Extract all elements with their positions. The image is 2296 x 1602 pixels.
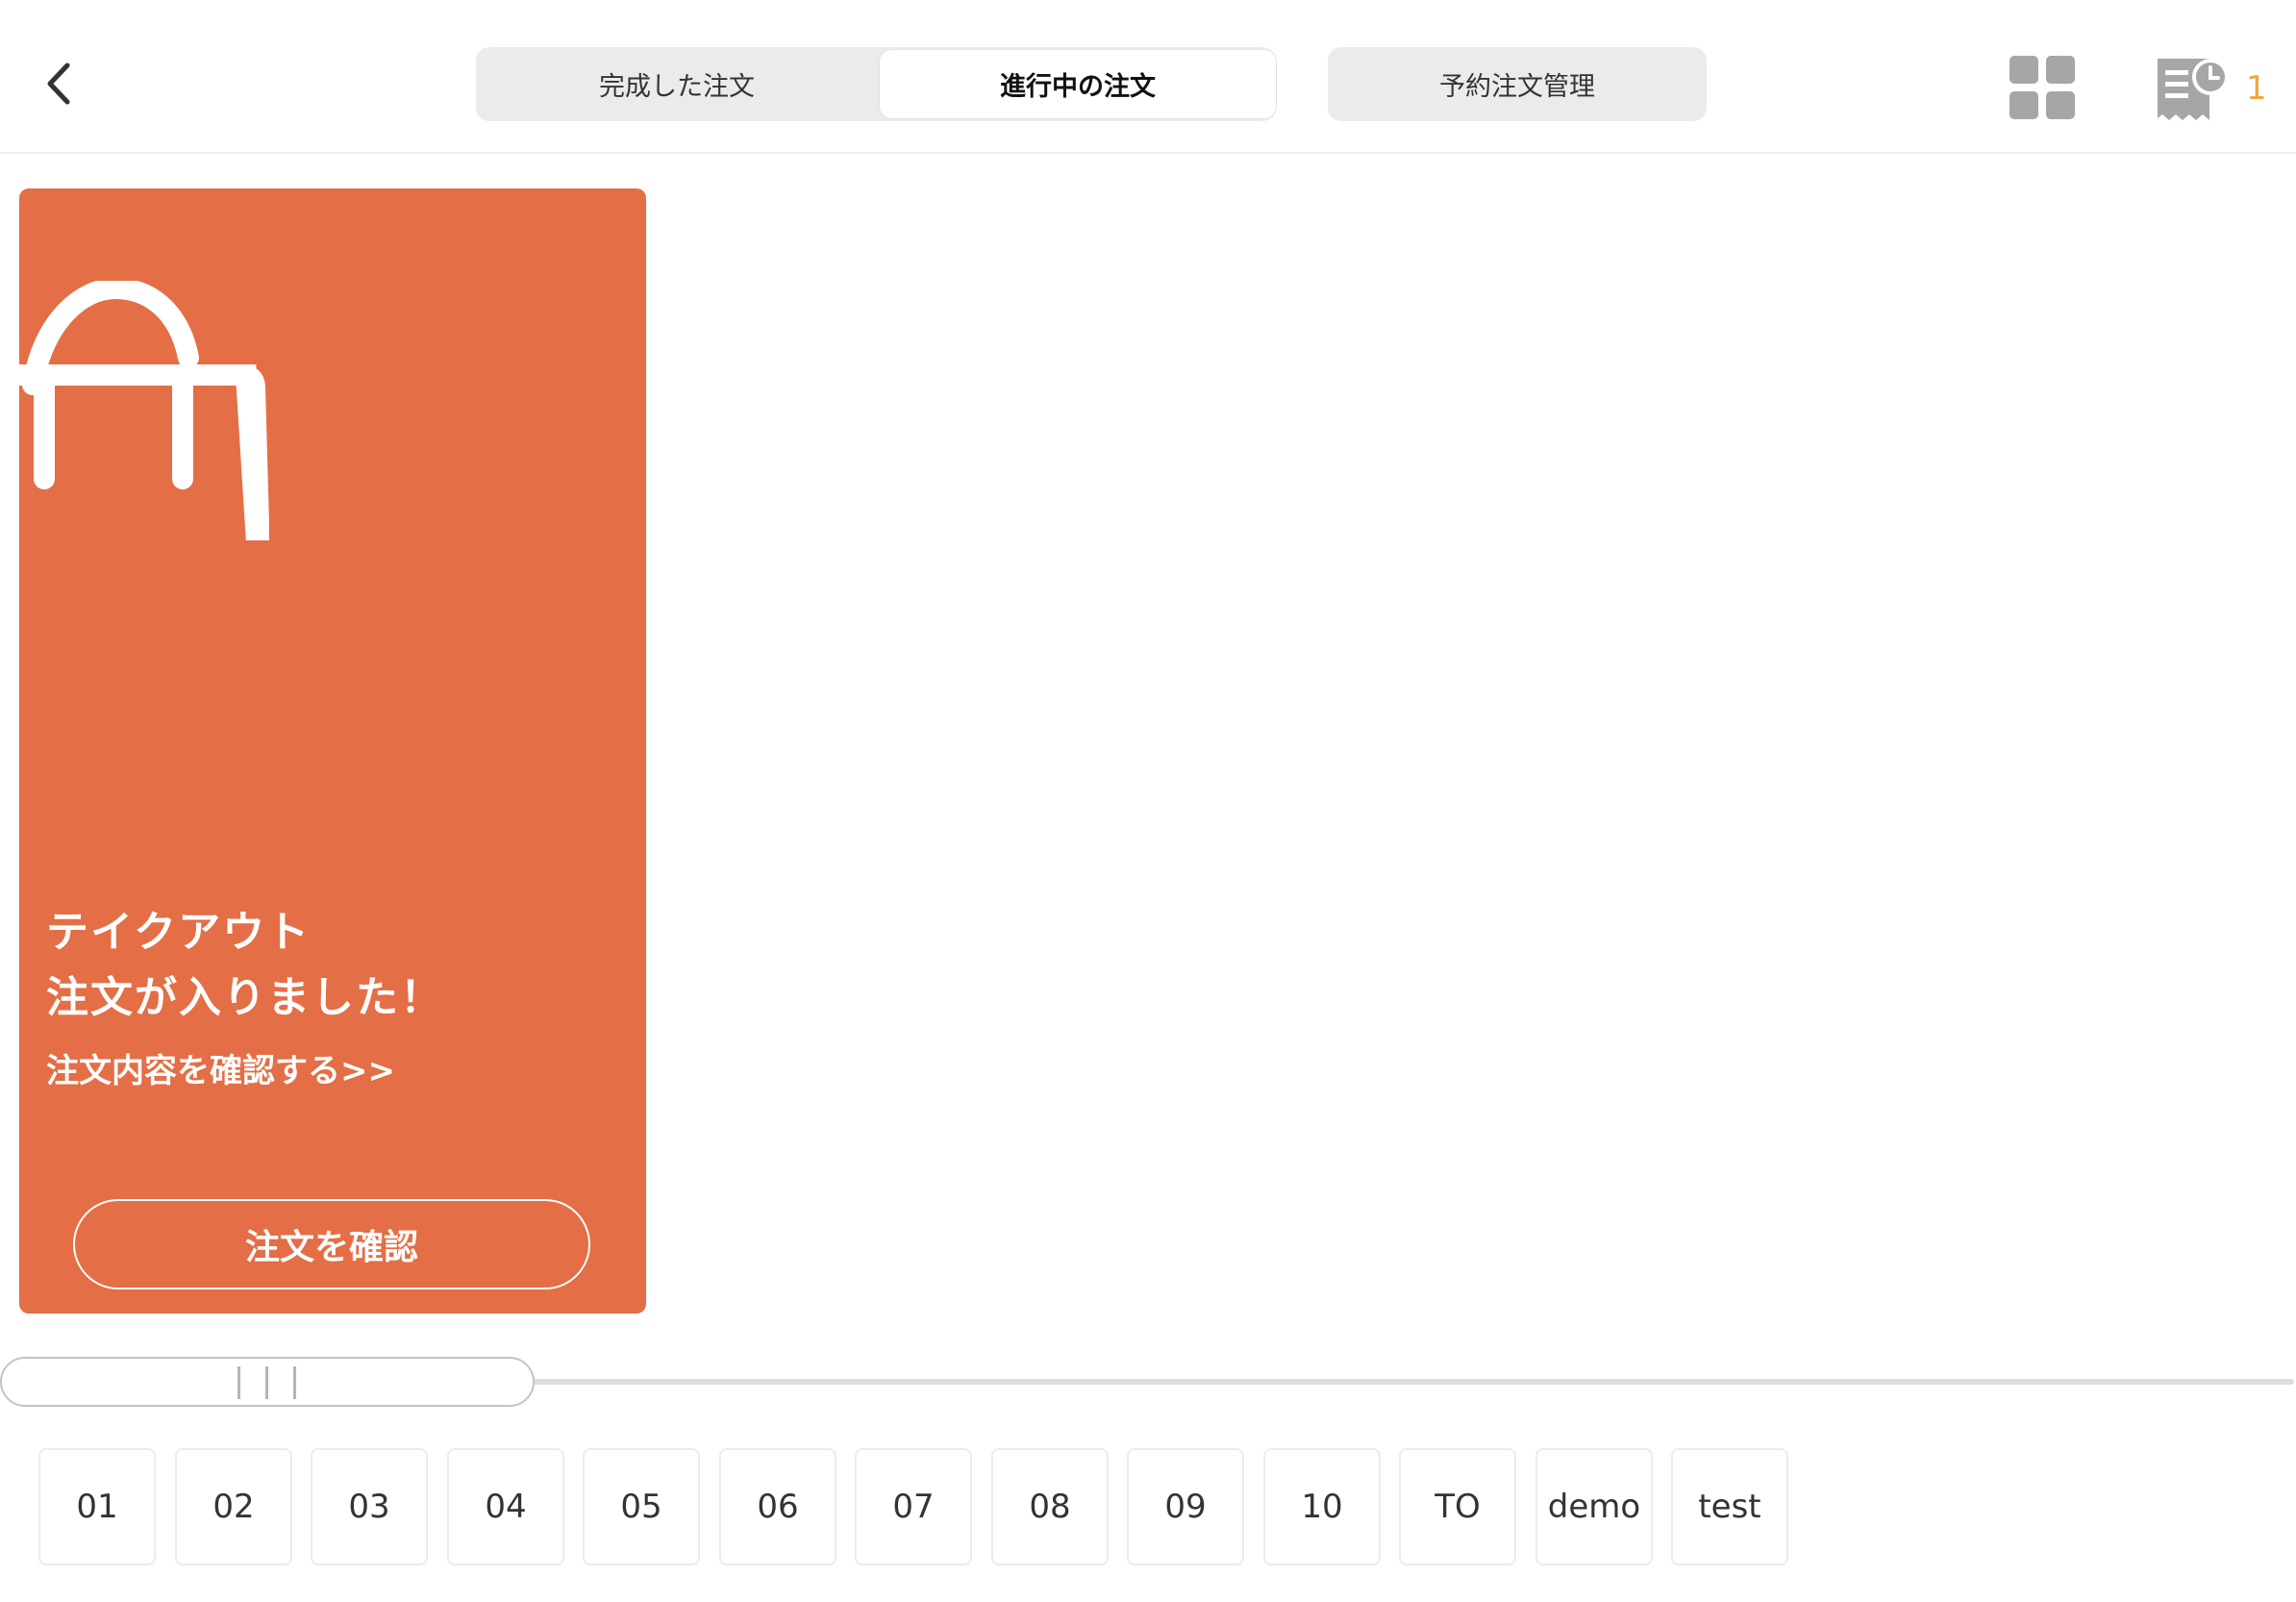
takeout-order-card[interactable]: テイクアウト 注文が入りました！ 注文内容を確認する>> 注文を確認 <box>19 188 646 1314</box>
shopping-bag-icon <box>19 281 269 540</box>
grid-icon-cell <box>2046 56 2075 84</box>
reservation-management-button[interactable]: 予約注文管理 <box>1328 47 1707 121</box>
table-button[interactable]: 02 <box>175 1448 292 1565</box>
pending-count-badge: 1 <box>2246 69 2267 108</box>
table-button[interactable]: 01 <box>38 1448 156 1565</box>
view-order-details-link[interactable]: 注文内容を確認する>> <box>46 1044 395 1091</box>
table-button[interactable]: 05 <box>583 1448 700 1565</box>
top-bar: 完成した注文 進行中の注文 予約注文管理 1 <box>0 0 2296 154</box>
chevron-left-icon <box>47 63 70 105</box>
confirm-order-button[interactable]: 注文を確認 <box>73 1199 590 1289</box>
table-button[interactable]: 09 <box>1127 1448 1244 1565</box>
grip-line <box>265 1366 268 1399</box>
table-button[interactable]: 07 <box>855 1448 972 1565</box>
grid-view-button[interactable] <box>2008 54 2077 121</box>
table-button[interactable]: 08 <box>991 1448 1109 1565</box>
table-button[interactable]: 10 <box>1263 1448 1381 1565</box>
tab-in-progress-orders[interactable]: 進行中の注文 <box>880 50 1276 118</box>
scrollbar-thumb[interactable] <box>0 1357 535 1407</box>
order-card-title-line1: テイクアウト <box>46 908 312 957</box>
receipt-clock-icon <box>2158 59 2229 120</box>
grid-icon <box>2009 56 2038 84</box>
grip-line <box>293 1366 296 1399</box>
pending-receipts-button[interactable] <box>2154 53 2234 126</box>
tab-completed-orders[interactable]: 完成した注文 <box>479 50 875 118</box>
grip-line <box>237 1366 240 1399</box>
order-status-segmented-control: 完成した注文 進行中の注文 <box>476 47 1276 121</box>
grid-icon-cell <box>2009 91 2038 119</box>
table-button[interactable]: TO <box>1399 1448 1516 1565</box>
table-button[interactable]: 03 <box>311 1448 428 1565</box>
back-button[interactable] <box>35 56 83 112</box>
table-button[interactable]: 04 <box>447 1448 564 1565</box>
grid-icon-cell <box>2046 91 2075 119</box>
order-card-title-line2: 注文が入りました！ <box>46 973 444 1022</box>
table-button[interactable]: demo <box>1535 1448 1653 1565</box>
table-button[interactable]: test <box>1671 1448 1788 1565</box>
table-button[interactable]: 06 <box>719 1448 836 1565</box>
order-card-title: テイクアウト 注文が入りました！ <box>46 900 444 1031</box>
